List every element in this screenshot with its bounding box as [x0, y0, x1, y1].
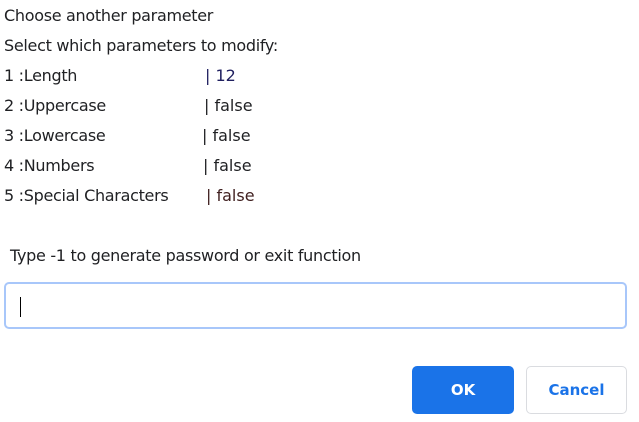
- prompt-label: Type -1 to generate password or exit fun…: [10, 246, 361, 265]
- param-value-length: | 12: [205, 66, 236, 85]
- ok-button[interactable]: OK: [412, 366, 514, 414]
- param-label-uppercase: 2 :Uppercase: [4, 96, 106, 115]
- cancel-button[interactable]: Cancel: [526, 366, 627, 414]
- param-value-numbers: | false: [203, 156, 252, 175]
- param-value-lowercase: | false: [202, 126, 251, 145]
- param-value-uppercase: | false: [204, 96, 253, 115]
- param-label-length: 1 :Length: [4, 66, 78, 85]
- param-label-lowercase: 3 :Lowercase: [4, 126, 106, 145]
- message-line-1: Choose another parameter: [4, 6, 214, 25]
- param-label-special: 5 :Special Characters: [4, 186, 169, 205]
- param-label-numbers: 4 :Numbers: [4, 156, 95, 175]
- text-caret: [20, 297, 21, 317]
- message-line-2: Select which parameters to modify:: [4, 36, 279, 55]
- prompt-input[interactable]: [4, 282, 627, 329]
- param-value-special: | false: [206, 186, 255, 205]
